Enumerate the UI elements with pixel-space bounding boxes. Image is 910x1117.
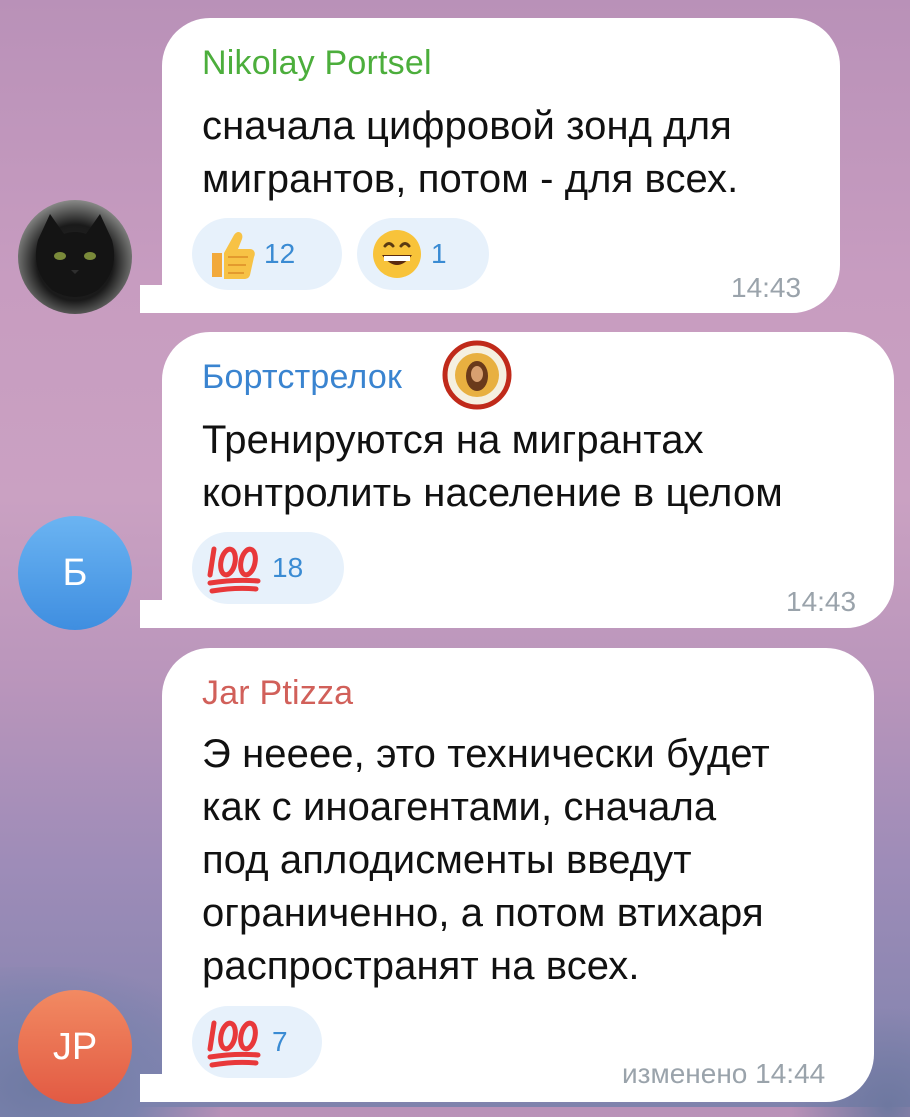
message-text: Э нееее, это технически будет как с иноа… <box>202 732 770 988</box>
avatar-initials[interactable]: Б <box>18 516 132 630</box>
hundred-points-icon <box>207 546 261 594</box>
sender-name[interactable]: Бортстрелок <box>202 358 402 397</box>
reaction-grinning-face[interactable]: 1 <box>357 218 489 290</box>
avatar-initials-text: JP <box>52 1025 98 1068</box>
hundred-points-icon <box>207 1020 261 1068</box>
avatar-initials[interactable]: JP <box>18 990 132 1104</box>
bubble-tail <box>140 1074 170 1102</box>
reaction-count: 12 <box>264 238 296 269</box>
bubble-tail <box>140 600 170 628</box>
grinning-face-icon <box>373 230 421 278</box>
message-text: сначала цифровой зонд для мигрантов, пот… <box>202 104 739 201</box>
black-cat-avatar[interactable] <box>18 200 132 314</box>
sender-name[interactable]: Nikolay Portsel <box>202 44 432 83</box>
reaction-count: 1 <box>431 238 447 269</box>
message-time: изменено 14:44 <box>622 1058 826 1089</box>
message-time: 14:43 <box>786 586 857 617</box>
bubble-tail <box>140 285 170 313</box>
message-text: Тренируются на мигрантах контролить насе… <box>202 418 783 515</box>
cat-icon <box>35 214 115 297</box>
reaction-thumbs-up[interactable]: 12 <box>192 218 342 290</box>
reaction-hundred-points[interactable]: 18 <box>192 532 344 604</box>
emoji-status-icon <box>442 340 512 410</box>
thumbs-up-icon <box>212 232 255 279</box>
reaction-count: 7 <box>272 1026 288 1057</box>
message-time: 14:43 <box>731 272 802 303</box>
reaction-count: 18 <box>272 552 304 583</box>
reaction-hundred-points[interactable]: 7 <box>192 1006 322 1078</box>
sender-name[interactable]: Jar Ptizza <box>202 674 353 713</box>
avatar-initials-text: Б <box>62 551 88 594</box>
